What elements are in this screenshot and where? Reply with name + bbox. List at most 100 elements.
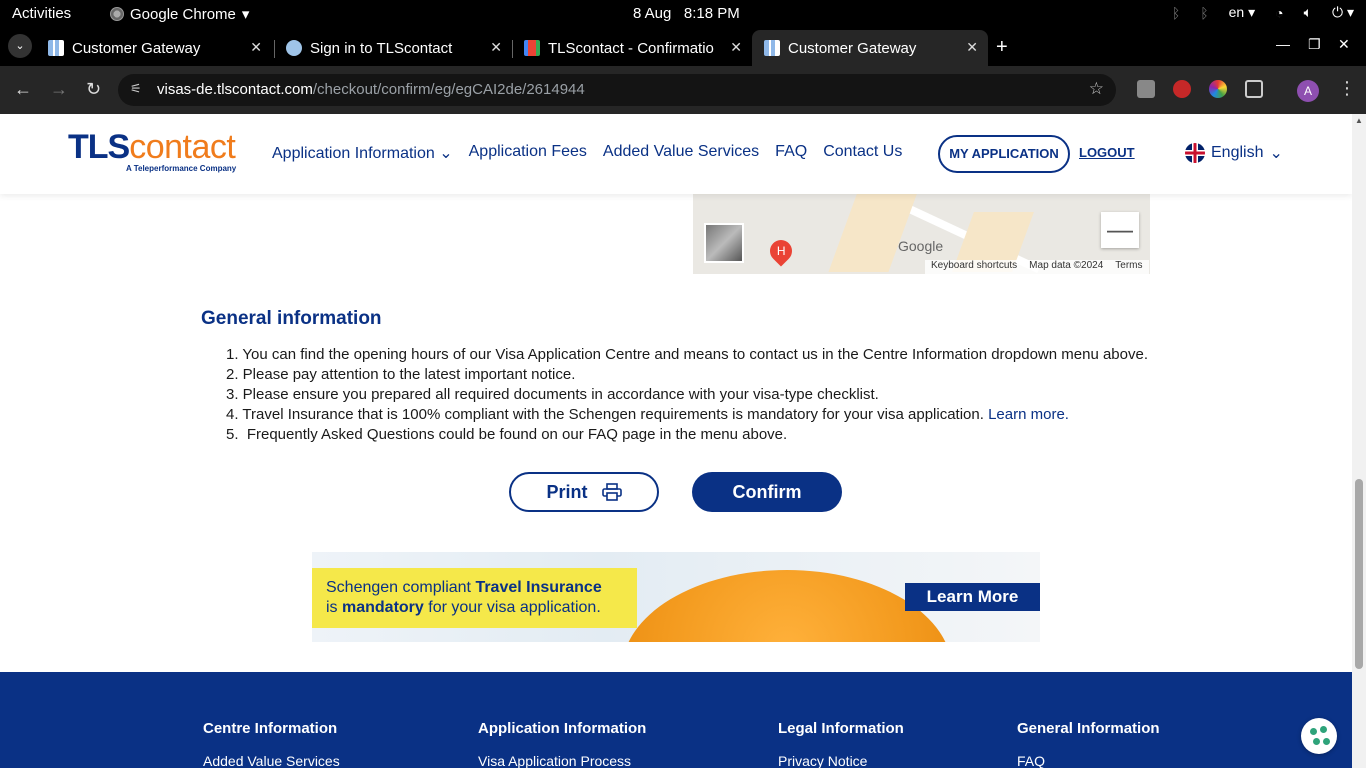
system-tray[interactable]: ᛒ ᛒ en ▾ ◔ 🔈︎ ⏻ ▾ xyxy=(1172,4,1354,21)
footer-heading: General Information xyxy=(1017,720,1160,737)
footer-link[interactable]: Visa Application Process xyxy=(478,753,646,768)
page-scrollbar[interactable]: ▲ xyxy=(1352,114,1366,768)
banner-text: Schengen compliant Travel Insurance is m… xyxy=(326,579,602,616)
site-footer: Centre Information Added Value Services … xyxy=(0,672,1352,768)
tab-customer-gateway-active[interactable]: Customer Gateway ✕ xyxy=(752,30,988,66)
map-layer-toggle[interactable] xyxy=(704,223,744,263)
list-item: 5. Frequently Asked Questions could be f… xyxy=(226,426,788,443)
language-selector[interactable]: English ⌄ xyxy=(1185,143,1283,163)
printer-icon xyxy=(601,483,622,501)
map-pin-icon[interactable]: H xyxy=(765,235,797,267)
footer-heading: Legal Information xyxy=(778,720,904,737)
scrollbar-thumb[interactable] xyxy=(1355,479,1363,669)
footer-column: Application Information Visa Application… xyxy=(478,720,646,768)
power-icon: ⏻ ▾ xyxy=(1332,4,1354,20)
umbrella-image xyxy=(622,570,952,642)
list-item: 3. Please ensure you prepared all requir… xyxy=(226,386,879,403)
footer-column: General Information FAQ xyxy=(1017,720,1160,768)
activities-button[interactable]: Activities xyxy=(12,5,71,22)
main-nav: Application Information ⌄ Application Fe… xyxy=(272,143,902,163)
nav-contact-us[interactable]: Contact Us xyxy=(823,143,902,163)
time-label: 8:18 PM xyxy=(683,5,740,22)
chevron-down-icon: ⌄ xyxy=(1269,145,1283,162)
logout-link[interactable]: LOGOUT xyxy=(1079,145,1135,160)
volume-icon: 🔈︎ xyxy=(1303,4,1312,20)
tab-confirmation[interactable]: TLScontact - Confirmation ✕ xyxy=(512,30,752,66)
chevron-down-icon: ⌄ xyxy=(439,145,453,162)
footer-heading: Application Information xyxy=(478,720,647,737)
terms-link[interactable]: Terms xyxy=(1115,260,1142,274)
site-info-icon[interactable]: ⚟ xyxy=(130,81,142,97)
confirm-button[interactable]: Confirm xyxy=(692,472,842,512)
tlscontact-favicon-icon xyxy=(764,40,780,56)
nav-faq[interactable]: FAQ xyxy=(775,143,807,163)
address-bar[interactable]: ⚟ visas-de.tlscontact.com/checkout/confi… xyxy=(118,74,1116,106)
keyboard-shortcuts-link[interactable]: Keyboard shortcuts xyxy=(931,260,1017,274)
wifi-icon: ◔ xyxy=(1275,4,1284,21)
map-building xyxy=(828,192,918,272)
footer-link[interactable]: Added Value Services xyxy=(203,753,340,768)
bookmark-star-icon[interactable]: ☆ xyxy=(1089,79,1104,99)
new-tab-button[interactable]: + xyxy=(996,36,1008,59)
tab-strip: ⌄ Customer Gateway ✕ Sign in to TLSconta… xyxy=(0,27,1366,66)
cookie-settings-icon[interactable] xyxy=(1301,718,1337,754)
bluetooth-off-icon: ᛒ xyxy=(1200,4,1209,21)
uk-flag-icon xyxy=(1185,143,1205,163)
color-extension-icon[interactable] xyxy=(1209,80,1227,98)
nav-added-value-services[interactable]: Added Value Services xyxy=(603,143,759,163)
location-map[interactable]: H — Google Keyboard shortcuts Map data ©… xyxy=(693,192,1150,274)
minimize-button[interactable]: — xyxy=(1276,36,1290,52)
footer-column: Centre Information Added Value Services xyxy=(203,720,340,768)
nav-application-information[interactable]: Application Information ⌄ xyxy=(272,143,453,163)
tab-customer-gateway-1[interactable]: Customer Gateway ✕ xyxy=(36,30,272,66)
gmail-favicon-icon xyxy=(524,40,540,56)
close-tab-icon[interactable]: ✕ xyxy=(250,39,262,56)
footer-link[interactable]: Privacy Notice xyxy=(778,753,904,768)
date-label: 8 Aug xyxy=(633,5,672,22)
print-button[interactable]: Print xyxy=(509,472,659,512)
google-logo: Google xyxy=(898,238,944,254)
footer-column: Legal Information Privacy Notice xyxy=(778,720,904,768)
chrome-icon xyxy=(110,7,124,21)
url-text: visas-de.tlscontact.com/checkout/confirm… xyxy=(157,81,585,98)
back-button[interactable]: ← xyxy=(14,79,32,100)
maximize-button[interactable]: ❐ xyxy=(1308,36,1321,53)
reload-button[interactable]: ↻ xyxy=(86,79,101,100)
tab-title: TLScontact - Confirmation xyxy=(548,39,714,57)
caret-down-icon: ▾ xyxy=(241,6,250,23)
profile-avatar[interactable]: A xyxy=(1297,80,1319,102)
close-tab-icon[interactable]: ✕ xyxy=(730,39,742,56)
map-data-label: Map data ©2024 xyxy=(1029,260,1104,271)
banner-learn-more-button[interactable]: Learn More xyxy=(905,583,1040,611)
learn-more-link[interactable]: Learn more. xyxy=(988,406,1069,423)
logo-tagline: A Teleperformance Company xyxy=(126,164,237,173)
extension-red-icon[interactable] xyxy=(1173,80,1191,98)
tab-sign-in[interactable]: Sign in to TLScontact ✕ xyxy=(274,30,512,66)
nav-application-fees[interactable]: Application Fees xyxy=(469,143,587,163)
site-header: TLScontact A Teleperformance Company App… xyxy=(0,114,1352,194)
list-item: 1. You can find the opening hours of our… xyxy=(226,346,1148,363)
app-menu[interactable]: Google Chrome ▾ xyxy=(110,5,249,23)
clock[interactable]: 8 Aug 8:18 PM xyxy=(633,5,740,22)
extension-icon[interactable] xyxy=(1137,80,1155,98)
close-window-button[interactable]: ✕ xyxy=(1338,36,1350,53)
extensions-puzzle-icon[interactable] xyxy=(1245,80,1263,98)
tlscontact-logo[interactable]: TLScontact A Teleperformance Company xyxy=(68,128,236,173)
travel-insurance-banner[interactable]: Schengen compliant Travel Insurance is m… xyxy=(312,552,1040,642)
my-application-button[interactable]: MY APPLICATION xyxy=(938,135,1070,173)
tab-title: Customer Gateway xyxy=(788,39,917,57)
close-tab-icon[interactable]: ✕ xyxy=(490,39,502,56)
print-label: Print xyxy=(546,481,588,502)
forward-button[interactable]: → xyxy=(50,79,68,100)
language-indicator[interactable]: en ▾ xyxy=(1229,4,1256,21)
tab-search-button[interactable]: ⌄ xyxy=(8,34,32,58)
list-item: 4. Travel Insurance that is 100% complia… xyxy=(226,406,1069,423)
close-tab-icon[interactable]: ✕ xyxy=(966,39,978,56)
tab-title: Sign in to TLScontact xyxy=(310,39,453,57)
chrome-menu-icon[interactable]: ⋮ xyxy=(1338,78,1356,99)
scroll-up-arrow-icon[interactable]: ▲ xyxy=(1355,116,1363,125)
zoom-out-button[interactable]: — xyxy=(1101,212,1139,248)
footer-link[interactable]: FAQ xyxy=(1017,753,1160,768)
footer-heading: Centre Information xyxy=(203,720,338,737)
map-attribution: Keyboard shortcuts Map data ©2024 Terms xyxy=(925,260,1149,274)
